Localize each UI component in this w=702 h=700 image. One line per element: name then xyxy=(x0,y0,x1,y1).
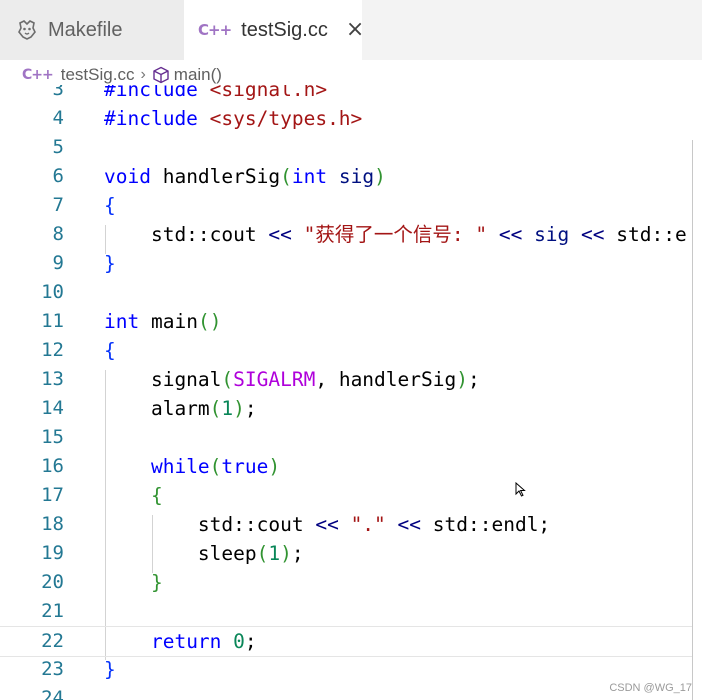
line-number: 17 xyxy=(41,484,64,506)
code-line[interactable]: 7{ xyxy=(0,191,702,220)
code-text: } xyxy=(104,658,116,681)
code-line[interactable]: 20 } xyxy=(0,568,702,597)
code-text: { xyxy=(104,339,116,362)
mouse-pointer-icon xyxy=(515,482,526,497)
code-line[interactable]: 8 std::cout << "获得了一个信号: " << sig << std… xyxy=(0,220,702,249)
breadcrumb-file[interactable]: testSig.cc xyxy=(61,65,135,85)
line-number: 5 xyxy=(52,136,64,158)
code-line[interactable]: 17 { xyxy=(0,481,702,510)
line-number: 14 xyxy=(41,397,64,419)
tab-label: Makefile xyxy=(48,18,123,41)
code-text: #include <sys/types.h> xyxy=(104,107,363,130)
code-line[interactable]: 6 void handlerSig(int sig) xyxy=(0,162,702,191)
code-line[interactable]: 22 return 0; xyxy=(0,626,702,657)
line-number: 12 xyxy=(41,339,64,361)
editor-window: Makefile C++ testSig.cc × C++ testSig.cc… xyxy=(0,0,702,700)
tab-label: testSig.cc xyxy=(241,18,328,41)
code-text: int main() xyxy=(104,310,222,333)
cpp-file-icon: C++ xyxy=(198,21,232,39)
code-text: } xyxy=(150,571,163,594)
line-number: 3 xyxy=(52,85,64,100)
code-line[interactable]: 18 std::cout << "." << std::endl; xyxy=(0,510,702,539)
code-line[interactable]: 14 alarm(1); xyxy=(0,394,702,423)
code-line[interactable]: 23} xyxy=(0,655,702,684)
tab-bar: Makefile C++ testSig.cc × xyxy=(0,0,702,60)
method-cube-icon xyxy=(152,66,170,84)
line-number: 9 xyxy=(52,252,64,274)
breadcrumb-symbol[interactable]: main() xyxy=(174,65,222,85)
line-number: 10 xyxy=(41,281,64,303)
line-number: 20 xyxy=(41,571,64,593)
line-number: 16 xyxy=(41,455,64,477)
close-icon[interactable]: × xyxy=(346,19,364,41)
code-editor[interactable]: 3 #include <signal.h> 4 #include <sys/types… xyxy=(0,85,702,700)
code-line[interactable]: 12 { xyxy=(0,336,702,365)
code-line[interactable]: 21 xyxy=(0,597,702,626)
code-text: { xyxy=(150,484,163,507)
code-text: #include <signal.h> xyxy=(104,85,328,101)
line-number: 18 xyxy=(41,513,64,535)
code-text: alarm(1); xyxy=(104,397,257,420)
code-line[interactable]: 4 #include <sys/types.h> xyxy=(0,104,702,133)
line-number: 8 xyxy=(52,223,64,245)
code-line[interactable]: 10 xyxy=(0,278,702,307)
code-line[interactable]: 9} xyxy=(0,249,702,278)
cpp-file-icon: C++ xyxy=(22,67,54,83)
code-text: std::cout << "." << std::endl; xyxy=(104,513,551,536)
code-line[interactable]: 3 #include <signal.h> xyxy=(0,85,702,104)
code-line[interactable]: 24 xyxy=(0,684,702,700)
code-line[interactable]: 13 signal(SIGALRM, handlerSig); xyxy=(0,365,702,394)
code-text: void handlerSig(int sig) xyxy=(104,165,386,188)
line-number: 13 xyxy=(41,368,64,390)
line-number: 23 xyxy=(41,658,64,680)
code-text: std::cout << "获得了一个信号: " << sig << std::… xyxy=(104,223,687,246)
line-number: 22 xyxy=(41,630,64,652)
makefile-icon xyxy=(16,19,38,41)
code-line[interactable]: 15 xyxy=(0,423,702,452)
chevron-right-icon: › xyxy=(140,66,146,83)
code-text: while(true) xyxy=(150,455,281,478)
code-line[interactable]: 16 while(true) xyxy=(0,452,702,481)
code-line[interactable]: 11 int main() xyxy=(0,307,702,336)
line-number: 15 xyxy=(41,426,64,448)
code-text: signal(SIGALRM, handlerSig); xyxy=(104,368,480,391)
line-number: 21 xyxy=(41,600,64,622)
code-text: { xyxy=(104,194,116,217)
watermark: CSDN @WG_17 xyxy=(609,682,692,694)
line-number: 4 xyxy=(52,107,64,129)
line-number: 7 xyxy=(52,194,64,216)
tab-makefile[interactable]: Makefile xyxy=(0,0,184,60)
line-number: 24 xyxy=(41,687,64,700)
line-number: 6 xyxy=(52,165,64,187)
code-text: return 0; xyxy=(150,630,257,653)
line-number: 11 xyxy=(41,310,64,332)
code-line[interactable]: 5 xyxy=(0,133,702,162)
code-text: sleep(1); xyxy=(104,542,304,565)
code-text: } xyxy=(104,252,116,275)
code-line[interactable]: 19 sleep(1); xyxy=(0,539,702,568)
tab-testsig[interactable]: C++ testSig.cc × xyxy=(184,0,364,60)
hover-panel-edge xyxy=(692,140,702,700)
line-number: 19 xyxy=(41,542,64,564)
